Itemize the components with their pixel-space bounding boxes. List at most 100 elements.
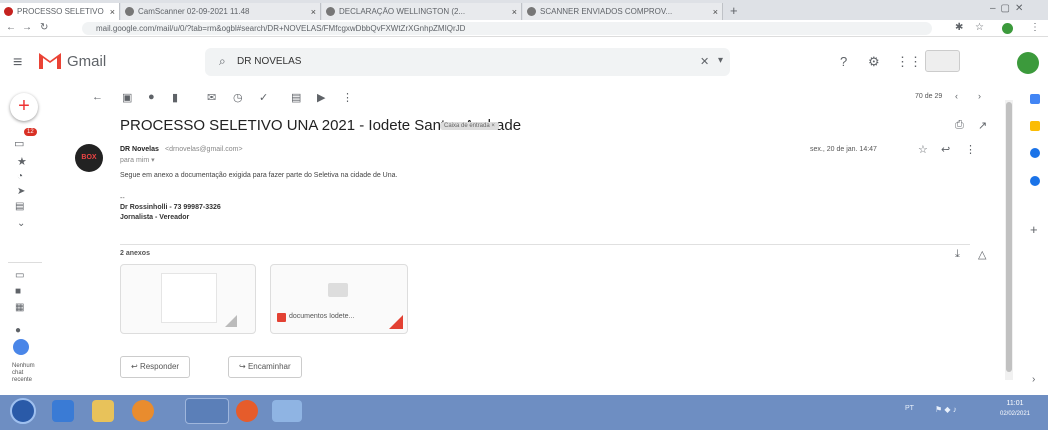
back-icon[interactable]: ← bbox=[6, 22, 16, 33]
gmail-logo-icon[interactable] bbox=[38, 50, 62, 70]
tab-camscanner[interactable]: CamScanner 02-09-2021 11.48 × bbox=[121, 3, 321, 20]
meet-calendar-icon[interactable]: ▦ bbox=[15, 302, 24, 313]
browser-menu-icon[interactable]: ⋮ bbox=[1030, 22, 1040, 33]
download-all-icon[interactable]: ⤓ bbox=[955, 248, 960, 261]
app-taskbar-icon[interactable] bbox=[272, 400, 302, 422]
page-favicon-icon bbox=[125, 7, 134, 16]
close-icon[interactable]: × bbox=[311, 7, 316, 17]
attachment-thumbnail-1[interactable] bbox=[120, 264, 256, 334]
start-button[interactable] bbox=[10, 398, 36, 424]
scrollbar-thumb[interactable] bbox=[1006, 102, 1012, 372]
explorer-taskbar-icon[interactable] bbox=[92, 400, 114, 422]
archive-icon[interactable]: ▣ bbox=[122, 91, 132, 104]
tab-processo[interactable]: PROCESSO SELETIVO UNA 2021× bbox=[0, 3, 120, 20]
window-controls[interactable]: –▢✕ bbox=[990, 3, 1028, 14]
clock-date[interactable]: 02/02/2021 bbox=[990, 411, 1040, 417]
profile-avatar[interactable] bbox=[1002, 23, 1013, 34]
keep-icon[interactable] bbox=[1030, 121, 1040, 131]
new-tab-button[interactable]: + bbox=[730, 3, 738, 18]
clock-time[interactable]: 11:01 bbox=[990, 400, 1040, 407]
recipient-details[interactable]: para mim ▾ bbox=[120, 156, 155, 164]
star-icon[interactable]: ☆ bbox=[918, 143, 928, 156]
hamburger-menu-icon[interactable]: ≡ bbox=[13, 54, 22, 72]
ie-taskbar-icon[interactable] bbox=[52, 400, 74, 422]
labels-icon[interactable]: ▶ bbox=[317, 91, 325, 104]
media-player-taskbar-icon[interactable] bbox=[132, 400, 154, 422]
attachments-count: 2 anexos bbox=[120, 250, 150, 257]
meet-new-meeting-icon[interactable]: ▭ bbox=[15, 270, 24, 281]
search-input[interactable]: DR NOVELAS bbox=[205, 48, 730, 76]
report-spam-icon[interactable]: ● bbox=[148, 91, 155, 103]
help-icon[interactable]: ? bbox=[840, 54, 847, 69]
hangouts-user-avatar[interactable] bbox=[13, 339, 29, 355]
compose-button[interactable]: + bbox=[10, 93, 38, 121]
search-icon[interactable]: ⌕ bbox=[219, 54, 226, 69]
rail-divider bbox=[8, 262, 42, 263]
page-favicon-icon bbox=[326, 7, 335, 16]
clear-search-icon[interactable]: ✕ bbox=[700, 55, 709, 68]
system-tray-icon[interactable]: PT bbox=[905, 405, 914, 412]
add-task-icon[interactable]: ✓ bbox=[259, 91, 268, 104]
more-options-icon[interactable]: ⋮ bbox=[342, 91, 353, 104]
inbox-label-badge[interactable]: Caixa de entrada × bbox=[440, 122, 499, 130]
close-icon[interactable]: × bbox=[713, 7, 718, 17]
print-icon[interactable]: ⎙ bbox=[955, 119, 964, 132]
close-icon[interactable]: × bbox=[110, 7, 115, 17]
calendar-icon[interactable] bbox=[1030, 94, 1040, 104]
forward-label: Encaminhar bbox=[247, 362, 291, 371]
contacts-icon[interactable] bbox=[1030, 176, 1040, 186]
chrome-taskbar-icon[interactable] bbox=[185, 398, 229, 424]
mark-unread-icon[interactable]: ✉ bbox=[207, 91, 216, 104]
signature-separator: -- bbox=[120, 195, 125, 202]
save-to-drive-icon[interactable]: △ bbox=[978, 248, 986, 261]
close-icon[interactable]: × bbox=[512, 7, 517, 17]
org-logo[interactable] bbox=[925, 50, 960, 72]
more-chevron-icon[interactable]: ⌄ bbox=[17, 218, 25, 229]
forward-icon[interactable]: → bbox=[22, 22, 32, 33]
tasks-icon[interactable] bbox=[1030, 148, 1040, 158]
url-field[interactable]: mail.google.com/mail/u/0/?tab=rm&ogbl#se… bbox=[82, 22, 932, 35]
sender-name[interactable]: DR Novelas bbox=[120, 146, 159, 153]
reply-arrow-icon: ↩ bbox=[131, 362, 140, 371]
tab-scanner[interactable]: SCANNER ENVIADOS COMPROV... × bbox=[523, 3, 723, 20]
apps-grid-icon[interactable]: ⋮⋮ bbox=[896, 54, 922, 70]
tab-declaracao[interactable]: DECLARAÇÃO WELLINGTON (2... × bbox=[322, 3, 522, 20]
reply-button[interactable]: ↩ Responder bbox=[120, 356, 191, 378]
gmail-brand-text: Gmail bbox=[67, 53, 107, 70]
firefox-taskbar-icon[interactable] bbox=[236, 400, 258, 422]
open-new-window-icon[interactable]: ↗ bbox=[978, 119, 987, 132]
search-options-icon[interactable]: ▾ bbox=[718, 55, 723, 66]
inbox-icon[interactable]: ▭ bbox=[14, 137, 24, 150]
snoozed-icon[interactable]: ◔ bbox=[17, 171, 23, 182]
message-more-icon[interactable]: ⋮ bbox=[965, 143, 976, 156]
meet-video-icon[interactable]: ■ bbox=[15, 286, 21, 297]
windows-taskbar bbox=[0, 395, 1048, 430]
back-to-list-icon[interactable]: ← bbox=[92, 91, 103, 103]
hide-side-panel-icon[interactable]: › bbox=[1032, 374, 1035, 385]
older-icon[interactable]: › bbox=[978, 91, 981, 101]
tray-icons[interactable]: ⚑ ◆ ♪ bbox=[935, 405, 957, 414]
extension-icon[interactable]: ✱ bbox=[955, 22, 963, 33]
pdf-icon bbox=[277, 313, 286, 322]
drafts-icon[interactable]: ▤ bbox=[15, 201, 24, 212]
reload-icon[interactable]: ↻ bbox=[40, 22, 48, 33]
reply-icon[interactable]: ↩ bbox=[941, 143, 950, 156]
sender-avatar[interactable]: BOX bbox=[75, 144, 103, 172]
starred-icon[interactable]: ★ bbox=[17, 155, 27, 168]
forward-button[interactable]: ↪ Encaminhar bbox=[228, 356, 302, 378]
message-counter: 70 de 29 bbox=[915, 93, 943, 100]
delete-icon[interactable]: ▮ bbox=[172, 91, 178, 104]
snooze-icon[interactable]: ◷ bbox=[233, 91, 243, 104]
newer-icon[interactable]: ‹ bbox=[955, 91, 958, 101]
move-to-icon[interactable]: ▤ bbox=[291, 91, 301, 104]
attachment-thumbnail-2[interactable]: documentos Iodete... bbox=[270, 264, 408, 334]
bookmark-star-icon[interactable]: ☆ bbox=[975, 22, 984, 33]
get-addons-icon[interactable]: + bbox=[1030, 222, 1038, 237]
account-avatar[interactable] bbox=[1017, 52, 1039, 74]
settings-gear-icon[interactable]: ⚙ bbox=[868, 54, 880, 70]
sent-icon[interactable]: ➤ bbox=[17, 186, 25, 197]
unread-count-badge: 12 bbox=[24, 128, 37, 136]
signature-line-1: Dr Rossinholli - 73 99987-3326 bbox=[120, 204, 221, 211]
page-favicon-icon bbox=[527, 7, 536, 16]
hangouts-avatar-icon[interactable]: ● bbox=[15, 325, 21, 336]
